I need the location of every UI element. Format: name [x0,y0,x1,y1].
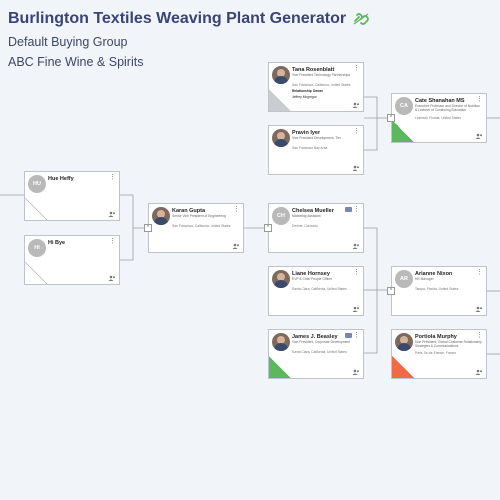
team-icon[interactable] [352,369,360,375]
card-location: San Francisco Bay Area [292,146,328,150]
collapse-toggle-karan[interactable]: ^ [144,224,152,232]
collapse-toggle-arianne[interactable]: ^ [387,287,395,295]
avatar-photo [395,333,413,351]
card-role: Vice President Development, Tier [292,136,341,140]
collapse-toggle-chelsea[interactable]: ^ [264,224,272,232]
avatar-photo [272,129,290,147]
chat-icon[interactable] [345,333,352,338]
org-card-arianne-nixon[interactable]: AR Arianne Nixon HR Manager Tampa, Flori… [391,266,487,316]
more-options-icon[interactable]: ⋮ [353,269,360,276]
team-icon[interactable] [352,306,360,312]
card-status-wedge [269,89,291,111]
card-role: HR Manager [415,277,434,281]
org-card-portiola-murphy[interactable]: Portiola Murphy Vice President, Global C… [391,329,487,379]
card-corner-line [25,198,47,220]
team-icon[interactable] [108,211,116,217]
more-options-icon[interactable]: ⋮ [353,65,360,72]
card-role: Vice President Technology Partnerships [292,73,351,77]
org-card-liane-hornsey[interactable]: Liane Hornsey EVP & Chief People Officer… [268,266,364,316]
card-location: Denver, Colorado [292,224,318,228]
org-card-hue-heffy[interactable]: HU Hue Heffy ⋮ [24,171,120,221]
more-options-icon[interactable]: ⋮ [353,332,360,339]
collapse-toggle-cate[interactable]: ^ [387,114,395,122]
card-role: Senior Vice President of Engineering [172,214,226,218]
team-icon[interactable] [352,243,360,249]
card-status-wedge [269,356,291,378]
more-options-icon[interactable]: ⋮ [233,206,240,213]
org-card-hi-bye[interactable]: HI Hi Bye ⋮ [24,235,120,285]
card-corner-line [25,262,47,284]
link-icon[interactable] [352,12,370,26]
page-title: Burlington Textiles Weaving Plant Genera… [8,10,347,27]
team-icon[interactable] [475,369,483,375]
more-options-icon[interactable]: ⋮ [109,238,116,245]
team-icon[interactable] [352,165,360,171]
relationship-owner-name: Jeffrey Mcgregor [292,95,317,99]
avatar-photo [272,270,290,288]
card-name: Hue Heffy [48,176,74,182]
buying-group-label: Default Buying Group [8,35,128,49]
avatar: HU [28,175,46,193]
header: Burlington Textiles Weaving Plant Genera… [8,10,370,69]
org-card-karan-gupta[interactable]: Karan Gupta Senior Vice President of Eng… [148,203,244,253]
card-location: San Francisco, California, United States [292,83,351,87]
avatar: HI [28,239,46,257]
card-location: Tampa, Florida, United States [415,287,459,291]
org-card-tana-rosenblatt[interactable]: Tana Rosenblatt Vice President Technolog… [268,62,364,112]
card-role: Vice President, Global Customer Relation… [415,340,482,348]
avatar: CH [272,207,290,225]
more-options-icon[interactable]: ⋮ [353,206,360,213]
card-status-wedge [392,356,414,378]
card-name: Hi Bye [48,240,66,246]
card-role: EVP & Chief People Officer [292,277,333,281]
more-options-icon[interactable]: ⋮ [476,96,483,103]
team-icon[interactable] [352,102,360,108]
avatar-photo [272,66,290,84]
avatar: AR [395,270,413,288]
more-options-icon[interactable]: ⋮ [109,174,116,181]
card-location: Paris, Île-de-France, France [415,351,457,355]
org-card-pravin-iyer[interactable]: Pravin Iyer Vice President Development, … [268,125,364,175]
team-icon[interactable] [232,243,240,249]
org-card-chelsea-mueller[interactable]: CH Chelsea Mueller Marketing Assistant D… [268,203,364,253]
relationship-owner-label: Relationship Owner [292,89,323,93]
card-status-wedge [392,120,414,142]
team-icon[interactable] [475,133,483,139]
org-card-james-beasley[interactable]: James J. Beasley Vice President, Corpora… [268,329,364,379]
more-options-icon[interactable]: ⋮ [353,128,360,135]
card-location: San Francisco, California, United States [172,224,231,228]
more-options-icon[interactable]: ⋮ [476,269,483,276]
card-role: Executive Professor and Director of Nutr… [415,104,481,112]
team-icon[interactable] [108,275,116,281]
card-location: Santa Clara, California, United States [292,350,347,354]
card-role: Vice President, Corporate Development [292,340,351,344]
avatar-photo [272,333,290,351]
avatar-photo [152,207,170,225]
card-location: Lineland, Florida, United States [415,116,462,120]
org-card-cate-shanahan[interactable]: CA Cate Shanahan MS Executive Professor … [391,93,487,143]
card-location: Santa Clara, California, United States [292,287,347,291]
chat-icon[interactable] [345,207,352,212]
card-role: Marketing Assistant [292,214,321,218]
team-icon[interactable] [475,306,483,312]
avatar: CA [395,97,413,115]
more-options-icon[interactable]: ⋮ [476,332,483,339]
